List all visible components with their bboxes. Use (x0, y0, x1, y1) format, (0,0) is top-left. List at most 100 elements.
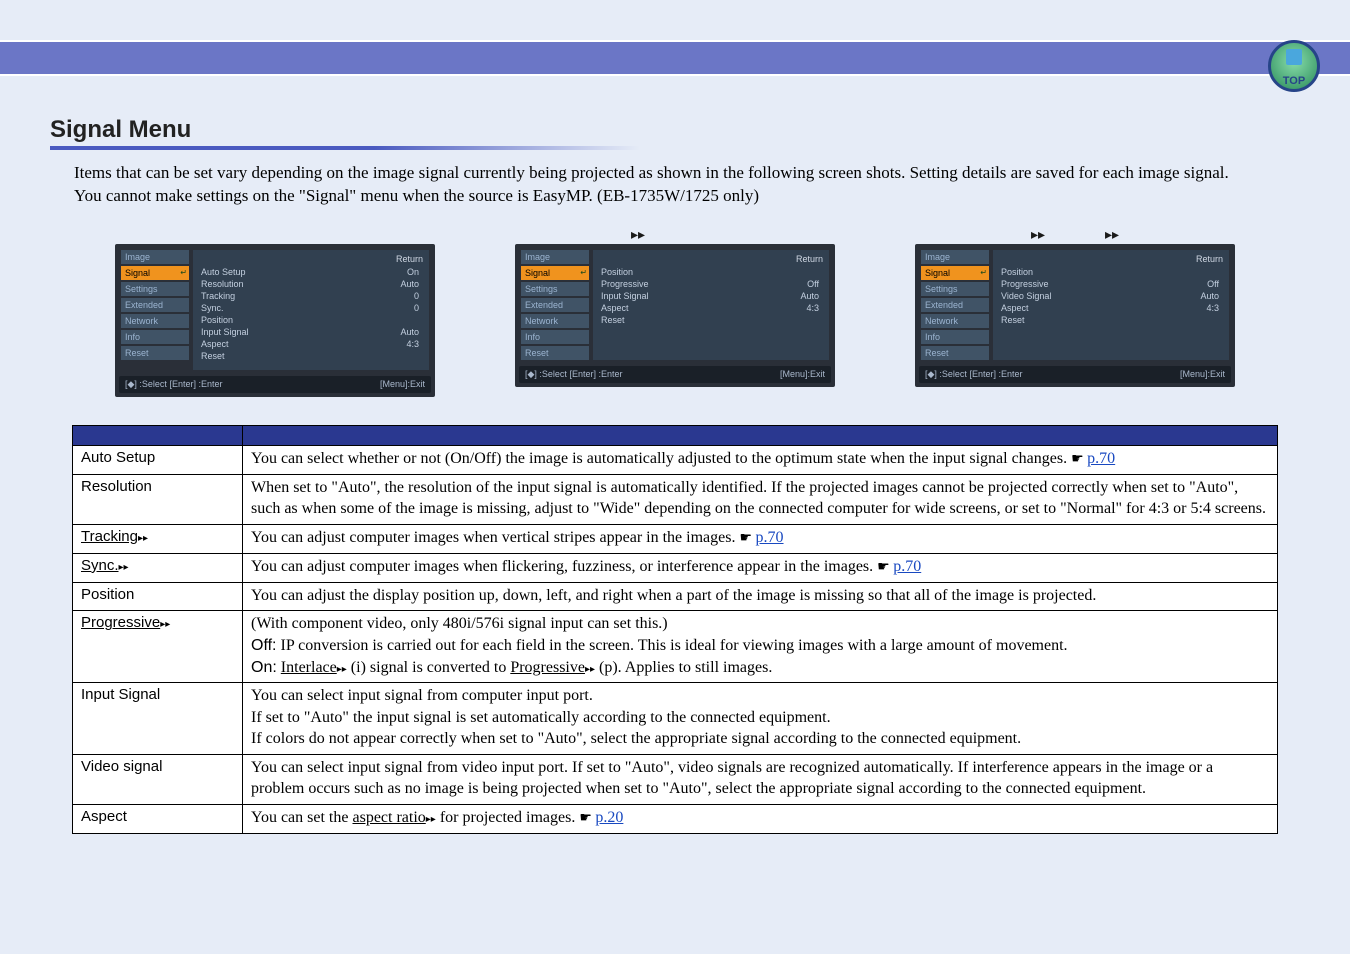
osd-side-item: Settings (121, 282, 189, 296)
osd-panel: ReturnPositionProgressiveOffInput Signal… (593, 250, 829, 360)
screenshot-0: ▸▸▸▸ Image Signal Settings Extended Network In… (115, 226, 435, 397)
cross-ref-link[interactable]: Progressive (510, 659, 585, 676)
cross-ref-link[interactable]: p.70 (893, 558, 921, 575)
header: TOP (0, 0, 1350, 76)
osd-side-item: Info (521, 330, 589, 344)
screenshot-2: ▸▸ ▸▸ Image Signal Settings Extended Network In… (915, 226, 1235, 397)
osd-side-item: Network (521, 314, 589, 328)
submenu-name: Input Signal (73, 683, 243, 755)
osd-row: ProgressiveOff (599, 278, 823, 290)
osd-footer: [◆] :Select [Enter] :Enter[Menu]:Exit (519, 366, 831, 383)
function-desc: You can select whether or not (On/Off) t… (243, 445, 1278, 474)
cross-ref-link[interactable]: p.70 (756, 529, 784, 546)
function-desc: (With component video, only 480i/576i si… (243, 611, 1278, 683)
osd-side-item: Signal (121, 266, 189, 280)
th-function (243, 425, 1278, 445)
osd-side-item: Network (921, 314, 989, 328)
submenu-name: Position (73, 582, 243, 611)
header-band (0, 40, 1350, 76)
osd-side-item: Reset (521, 346, 589, 360)
osd-side-menu: Image Signal Settings Extended Network Info Re… (921, 250, 989, 360)
function-desc: You can adjust computer images when flic… (243, 553, 1278, 582)
function-desc: You can adjust the display position up, … (243, 582, 1278, 611)
intro-line1: Items that can be set vary depending on … (74, 163, 1229, 182)
osd-side-item: Extended (921, 298, 989, 312)
osd-side-item: Reset (921, 346, 989, 360)
submenu-name[interactable]: Tracking▸▸ (73, 524, 243, 553)
top-logo[interactable]: TOP (1268, 40, 1320, 92)
osd-side-item: Info (921, 330, 989, 344)
osd-row: ResolutionAuto (199, 278, 423, 290)
osd-row: Input SignalAuto (599, 290, 823, 302)
osd-side-item: Info (121, 330, 189, 344)
submenu-name[interactable]: Progressive▸▸ (73, 611, 243, 683)
osd-panel: Return PositionProgressiveOffVideo Signal… (993, 250, 1229, 360)
table-row: Video signalYou can select input signal … (73, 754, 1278, 804)
signal-table: Auto SetupYou can select whether or not … (72, 425, 1278, 834)
osd-row: Auto SetupOn (199, 266, 423, 278)
osd-row: Input SignalAuto (199, 326, 423, 338)
screenshot-head: ▸▸ ▸▸ (915, 226, 1235, 244)
table-row: Input SignalYou can select input signal … (73, 683, 1278, 755)
th-submenu (73, 425, 243, 445)
cross-ref-link[interactable]: aspect ratio (352, 809, 425, 826)
osd-footer: [◆] :Select [Enter] :Enter[Menu]:Exit (119, 376, 431, 393)
osd-panel: Return Auto SetupOnResolutionAutoTracking… (193, 250, 429, 370)
osd-side-item: Settings (921, 282, 989, 296)
table-row: Progressive▸▸(With component video, only… (73, 611, 1278, 683)
osd-row: Video SignalAuto (999, 290, 1223, 302)
cross-ref-link[interactable]: Interlace (281, 659, 337, 676)
osd-row: ProgressiveOff (999, 278, 1223, 290)
cross-ref-link[interactable]: p.70 (1087, 450, 1115, 467)
function-desc: You can select input signal from compute… (243, 683, 1278, 755)
osd-side-item: Image (121, 250, 189, 264)
submenu-name[interactable]: Sync.▸▸ (73, 553, 243, 582)
osd-row: Aspect4:3 (999, 302, 1223, 314)
osd-side-item: Image (921, 250, 989, 264)
osd-side-item: Extended (121, 298, 189, 312)
osd-screen: Image Signal Settings Extended Network Info Re… (115, 244, 435, 397)
osd-side-item: Reset (121, 346, 189, 360)
osd-row: Tracking0 (199, 290, 423, 302)
screenshot-1: ▸▸▸▸ImageSignalSettingsExtendedNetworkIn… (515, 226, 835, 397)
cross-ref-link[interactable]: p.20 (595, 809, 623, 826)
screenshot-row: ▸▸ ▸▸ Image Signal Settings Extended Network In… (90, 226, 1260, 397)
table-row: ResolutionWhen set to "Auto", the resolu… (73, 474, 1278, 524)
osd-return: Return (999, 254, 1223, 264)
osd-row: Sync.0 (199, 302, 423, 314)
table-row: Auto SetupYou can select whether or not … (73, 445, 1278, 474)
double-arrow-icon: ▸▸ (1105, 226, 1119, 244)
osd-return: Return (199, 254, 423, 264)
page-content: Signal Menu Items that can be set vary d… (0, 76, 1350, 834)
submenu-name: Auto Setup (73, 445, 243, 474)
osd-side-menu: Image Signal Settings Extended Network Info Re… (121, 250, 189, 370)
osd-row: Position (999, 266, 1223, 278)
screenshot-head: ▸▸▸▸ (515, 226, 835, 244)
table-row: PositionYou can adjust the display posit… (73, 582, 1278, 611)
table-row: Sync.▸▸You can adjust computer images wh… (73, 553, 1278, 582)
osd-row: Aspect4:3 (199, 338, 423, 350)
intro-text: Items that can be set vary depending on … (74, 162, 1300, 208)
function-desc: When set to "Auto", the resolution of th… (243, 474, 1278, 524)
osd-side-item: Signal (921, 266, 989, 280)
header-spacer (0, 0, 1350, 40)
osd-row: Reset (599, 314, 823, 326)
osd-row: Reset (999, 314, 1223, 326)
submenu-name: Resolution (73, 474, 243, 524)
submenu-name: Aspect (73, 805, 243, 834)
double-arrow-icon: ▸▸ (631, 226, 645, 244)
table-header-row (73, 425, 1278, 445)
osd-return: Return (599, 254, 823, 264)
submenu-name: Video signal (73, 754, 243, 804)
osd-screen: ImageSignalSettingsExtendedNetworkInfoRe… (515, 244, 835, 387)
table-row: Tracking▸▸You can adjust computer images… (73, 524, 1278, 553)
osd-side-item: Extended (521, 298, 589, 312)
table-row: AspectYou can set the aspect ratio▸▸ for… (73, 805, 1278, 834)
osd-screen: Image Signal Settings Extended Network Info Re… (915, 244, 1235, 387)
osd-row: Reset (199, 350, 423, 362)
screenshot-head: ▸▸▸▸ (115, 226, 435, 244)
double-arrow-icon: ▸▸ (1031, 226, 1045, 244)
osd-side-item: Network (121, 314, 189, 328)
osd-row: Position (199, 314, 423, 326)
osd-footer: [◆] :Select [Enter] :Enter[Menu]:Exit (919, 366, 1231, 383)
